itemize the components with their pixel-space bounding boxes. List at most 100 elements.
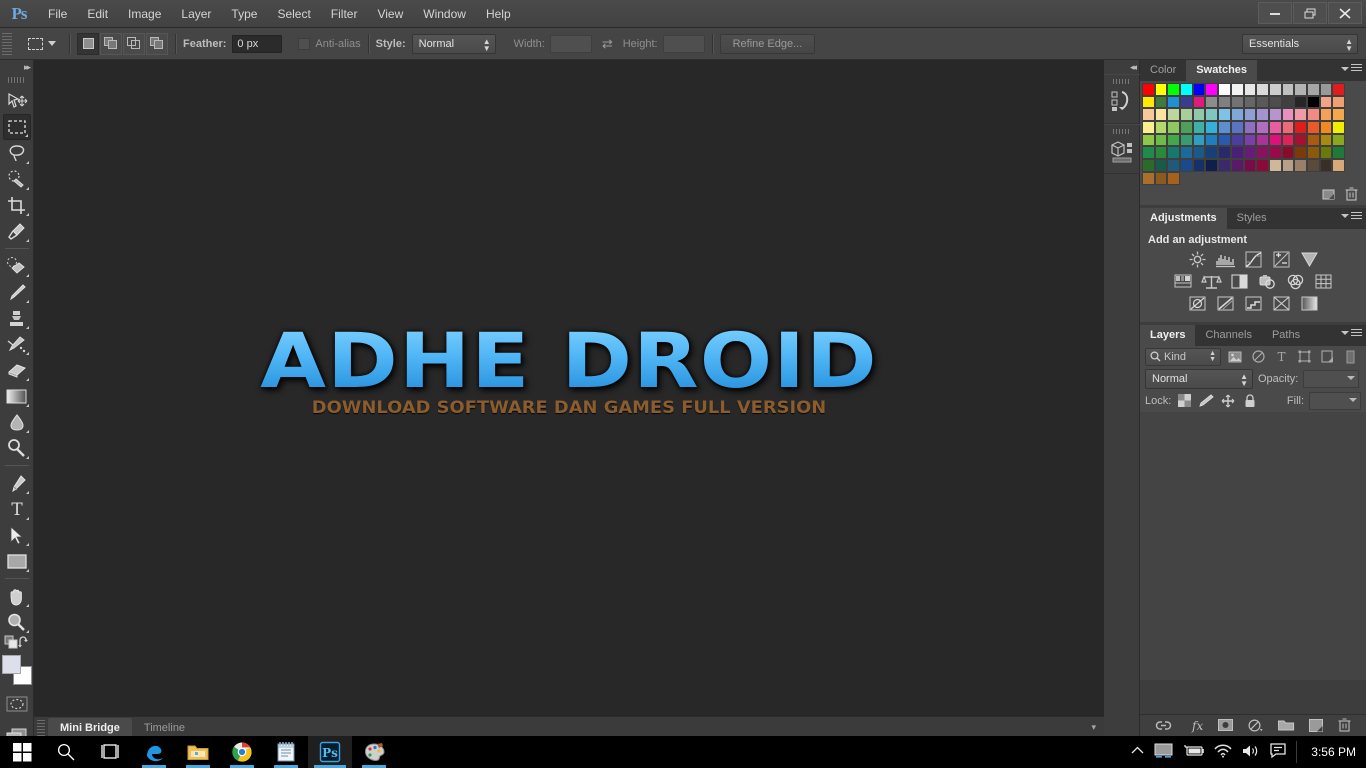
- status-bar-gripper[interactable]: [37, 719, 45, 736]
- menu-window[interactable]: Window: [413, 0, 476, 28]
- intersect-with-selection-button[interactable]: [146, 32, 168, 55]
- color-swatch[interactable]: [1256, 121, 1269, 134]
- color-swatch[interactable]: [1230, 146, 1244, 160]
- color-swatch[interactable]: [1294, 146, 1307, 160]
- color-swatch[interactable]: [1306, 121, 1320, 134]
- color-swatch[interactable]: [1243, 159, 1257, 172]
- panel-menu-icon[interactable]: [1341, 64, 1362, 73]
- exposure-icon[interactable]: [1271, 251, 1291, 269]
- blend-mode-select[interactable]: Normal ▲ ▼: [1145, 368, 1253, 389]
- color-swatch[interactable]: [1218, 121, 1231, 134]
- eraser-tool[interactable]: [3, 357, 31, 383]
- dodge-tool[interactable]: [3, 435, 31, 461]
- refine-edge-button[interactable]: Refine Edge...: [719, 33, 816, 54]
- anti-alias-checkbox[interactable]: [298, 37, 311, 50]
- edge-button[interactable]: [132, 736, 176, 768]
- color-swatch[interactable]: [1167, 133, 1181, 147]
- invert-icon[interactable]: [1187, 295, 1207, 313]
- color-swatch[interactable]: [1319, 146, 1333, 160]
- tab-channels[interactable]: Channels: [1195, 324, 1262, 346]
- taskbar-clock[interactable]: 3:56 PM: [1307, 745, 1356, 759]
- rectangular-marquee-tool[interactable]: [2, 114, 31, 140]
- color-swatch[interactable]: [1167, 159, 1181, 172]
- speaker-icon[interactable]: [1242, 744, 1260, 761]
- tools-expand-icon[interactable]: ▸▸: [0, 60, 33, 74]
- color-swatch[interactable]: [1154, 121, 1168, 134]
- color-lookup-icon[interactable]: [1313, 273, 1333, 291]
- color-swatch[interactable]: [1142, 171, 1155, 185]
- color-swatch[interactable]: [1192, 133, 1206, 147]
- color-swatch[interactable]: [1332, 83, 1345, 96]
- menu-filter[interactable]: Filter: [321, 0, 368, 28]
- eyedropper-tool[interactable]: [3, 218, 31, 244]
- color-swatch[interactable]: [1205, 121, 1219, 134]
- color-swatch[interactable]: [1294, 95, 1307, 109]
- pen-tool[interactable]: [3, 470, 31, 496]
- color-swatch[interactable]: [1256, 133, 1269, 147]
- black-white-icon[interactable]: [1229, 273, 1249, 291]
- color-swatch[interactable]: [1142, 83, 1155, 96]
- path-selection-tool[interactable]: [3, 522, 31, 548]
- color-swatch[interactable]: [1192, 146, 1206, 160]
- color-swatch[interactable]: [1268, 83, 1282, 96]
- color-swatch[interactable]: [1205, 146, 1219, 160]
- color-swatch[interactable]: [1332, 159, 1345, 172]
- new-swatch-icon[interactable]: [1322, 188, 1335, 204]
- tools-gripper[interactable]: [7, 75, 26, 85]
- color-swatch[interactable]: [1256, 159, 1269, 172]
- menu-select[interactable]: Select: [267, 0, 320, 28]
- chevron-down-icon[interactable]: [48, 41, 56, 46]
- color-swatch[interactable]: [1319, 83, 1333, 96]
- color-swatch[interactable]: [1218, 83, 1231, 96]
- color-swatch[interactable]: [1281, 83, 1295, 96]
- color-swatch[interactable]: [1332, 121, 1345, 134]
- type-filter-icon[interactable]: T: [1272, 348, 1290, 366]
- color-swatch[interactable]: [1306, 108, 1320, 122]
- restore-button[interactable]: [1293, 2, 1327, 24]
- swap-colors-icon[interactable]: [18, 636, 31, 652]
- tab-swatches[interactable]: Swatches: [1186, 60, 1258, 81]
- start-button[interactable]: [0, 736, 44, 768]
- color-swatch[interactable]: [1319, 121, 1333, 134]
- color-swatch[interactable]: [1167, 83, 1181, 96]
- new-layer-icon[interactable]: [1308, 718, 1323, 735]
- color-swatch[interactable]: [1243, 108, 1257, 122]
- color-swatch[interactable]: [1256, 146, 1269, 160]
- spot-healing-brush-tool[interactable]: [3, 253, 31, 279]
- color-swatch[interactable]: [1218, 133, 1231, 147]
- color-swatch[interactable]: [1230, 159, 1244, 172]
- workspace-select[interactable]: Essentials ▲ ▼: [1242, 33, 1358, 54]
- filter-toggle-icon[interactable]: [1341, 348, 1359, 366]
- subtract-from-selection-button[interactable]: [123, 32, 145, 55]
- color-swatch[interactable]: [1243, 133, 1257, 147]
- color-swatch[interactable]: [1205, 133, 1219, 147]
- monitor-icon[interactable]: [1154, 743, 1173, 761]
- history-panel-button[interactable]: [1104, 74, 1140, 124]
- color-swatch[interactable]: [1332, 95, 1345, 109]
- new-group-icon[interactable]: [1277, 719, 1294, 734]
- quick-selection-tool[interactable]: [3, 166, 31, 192]
- selective-color-icon[interactable]: [1271, 295, 1291, 313]
- color-swatch[interactable]: [1167, 121, 1181, 134]
- color-swatch[interactable]: [1167, 146, 1181, 160]
- menu-layer[interactable]: Layer: [171, 0, 221, 28]
- color-swatch[interactable]: [1256, 83, 1269, 96]
- color-swatch[interactable]: [1281, 95, 1295, 109]
- color-swatch[interactable]: [1192, 83, 1206, 96]
- brush-tool[interactable]: [3, 279, 31, 305]
- add-to-selection-button[interactable]: [100, 32, 122, 55]
- color-swatch[interactable]: [1180, 146, 1193, 160]
- color-swatch[interactable]: [1154, 95, 1168, 109]
- wifi-icon[interactable]: [1214, 744, 1232, 761]
- color-swatch[interactable]: [1319, 133, 1333, 147]
- color-swatch[interactable]: [1268, 159, 1282, 172]
- foreground-color-swatch[interactable]: [1, 655, 21, 674]
- gradient-tool[interactable]: [3, 383, 31, 409]
- photoshop-button[interactable]: Ps: [308, 736, 352, 768]
- quick-mask-button[interactable]: [3, 691, 31, 717]
- color-swatch[interactable]: [1205, 159, 1219, 172]
- color-swatch[interactable]: [1319, 95, 1333, 109]
- panel-gripper[interactable]: [1113, 78, 1131, 85]
- opacity-input[interactable]: [1303, 369, 1360, 388]
- color-swatch[interactable]: [1268, 108, 1282, 122]
